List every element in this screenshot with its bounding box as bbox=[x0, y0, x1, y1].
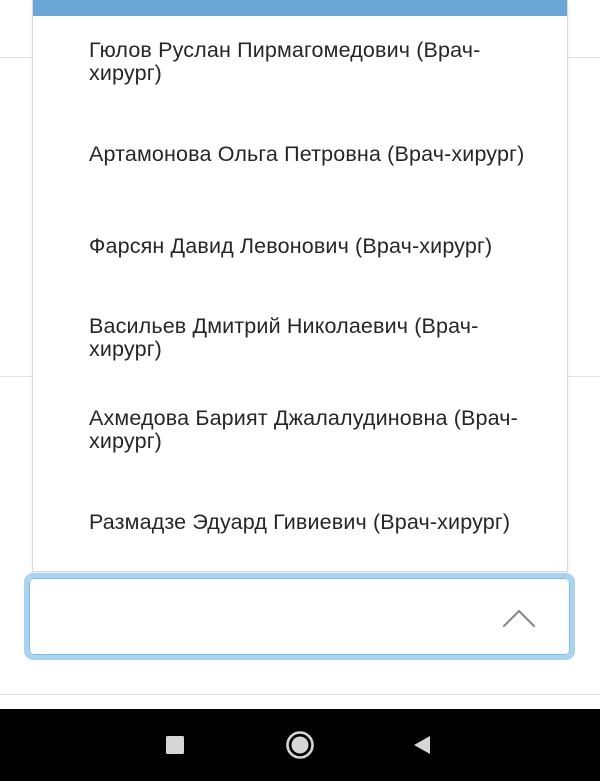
dropdown-option[interactable]: Артамонова Ольга Петровна (Врач-хирург) bbox=[33, 108, 567, 200]
option-label: Фарсян Давид Левонович (Врач-хирург) bbox=[89, 233, 493, 258]
option-label: Гюлов Руслан Пирмагомедович (Врач-хирург… bbox=[89, 38, 481, 85]
dropdown-option[interactable]: Размадзе Эдуард Гивиевич (Врач-хирург) bbox=[33, 476, 567, 568]
dropdown-option[interactable]: Васильев Дмитрий Николаевич (Врач-хирург… bbox=[33, 292, 567, 384]
recents-square-icon bbox=[166, 736, 184, 754]
dropdown-options: Гюлов Руслан Пирмагомедович (Врач-хирург… bbox=[33, 16, 567, 568]
highlighted-option-edge[interactable] bbox=[33, 0, 567, 16]
option-label: Артамонова Ольга Петровна (Врач-хирург) bbox=[89, 141, 525, 166]
dropdown-option[interactable]: Гюлов Руслан Пирмагомедович (Врач-хирург… bbox=[33, 16, 567, 108]
dropdown-option[interactable]: Фарсян Давид Левонович (Врач-хирург) bbox=[33, 200, 567, 292]
screen: Гюлов Руслан Пирмагомедович (Врач-хирург… bbox=[0, 0, 600, 781]
back-triangle-icon bbox=[414, 736, 430, 754]
option-label: Васильев Дмитрий Николаевич (Врач-хирург… bbox=[89, 314, 479, 361]
doctor-select-field[interactable] bbox=[24, 573, 575, 660]
home-circle-icon bbox=[286, 731, 314, 759]
home-button[interactable] bbox=[282, 727, 318, 763]
system-navigation-bar bbox=[0, 709, 600, 781]
doctor-dropdown-list[interactable]: Гюлов Руслан Пирмагомедович (Врач-хирург… bbox=[32, 0, 568, 572]
select-focus-ring bbox=[29, 578, 570, 655]
recents-button[interactable] bbox=[157, 727, 193, 763]
back-button[interactable] bbox=[404, 727, 440, 763]
option-label: Ахмедова Барият Джалалудиновна (Врач-хир… bbox=[89, 406, 518, 453]
background-divider bbox=[0, 694, 600, 695]
chevron-up-icon[interactable] bbox=[502, 608, 536, 628]
dropdown-option[interactable]: Ахмедова Барият Джалалудиновна (Врач-хир… bbox=[33, 384, 567, 476]
option-label: Размадзе Эдуард Гивиевич (Врач-хирург) bbox=[89, 509, 511, 534]
